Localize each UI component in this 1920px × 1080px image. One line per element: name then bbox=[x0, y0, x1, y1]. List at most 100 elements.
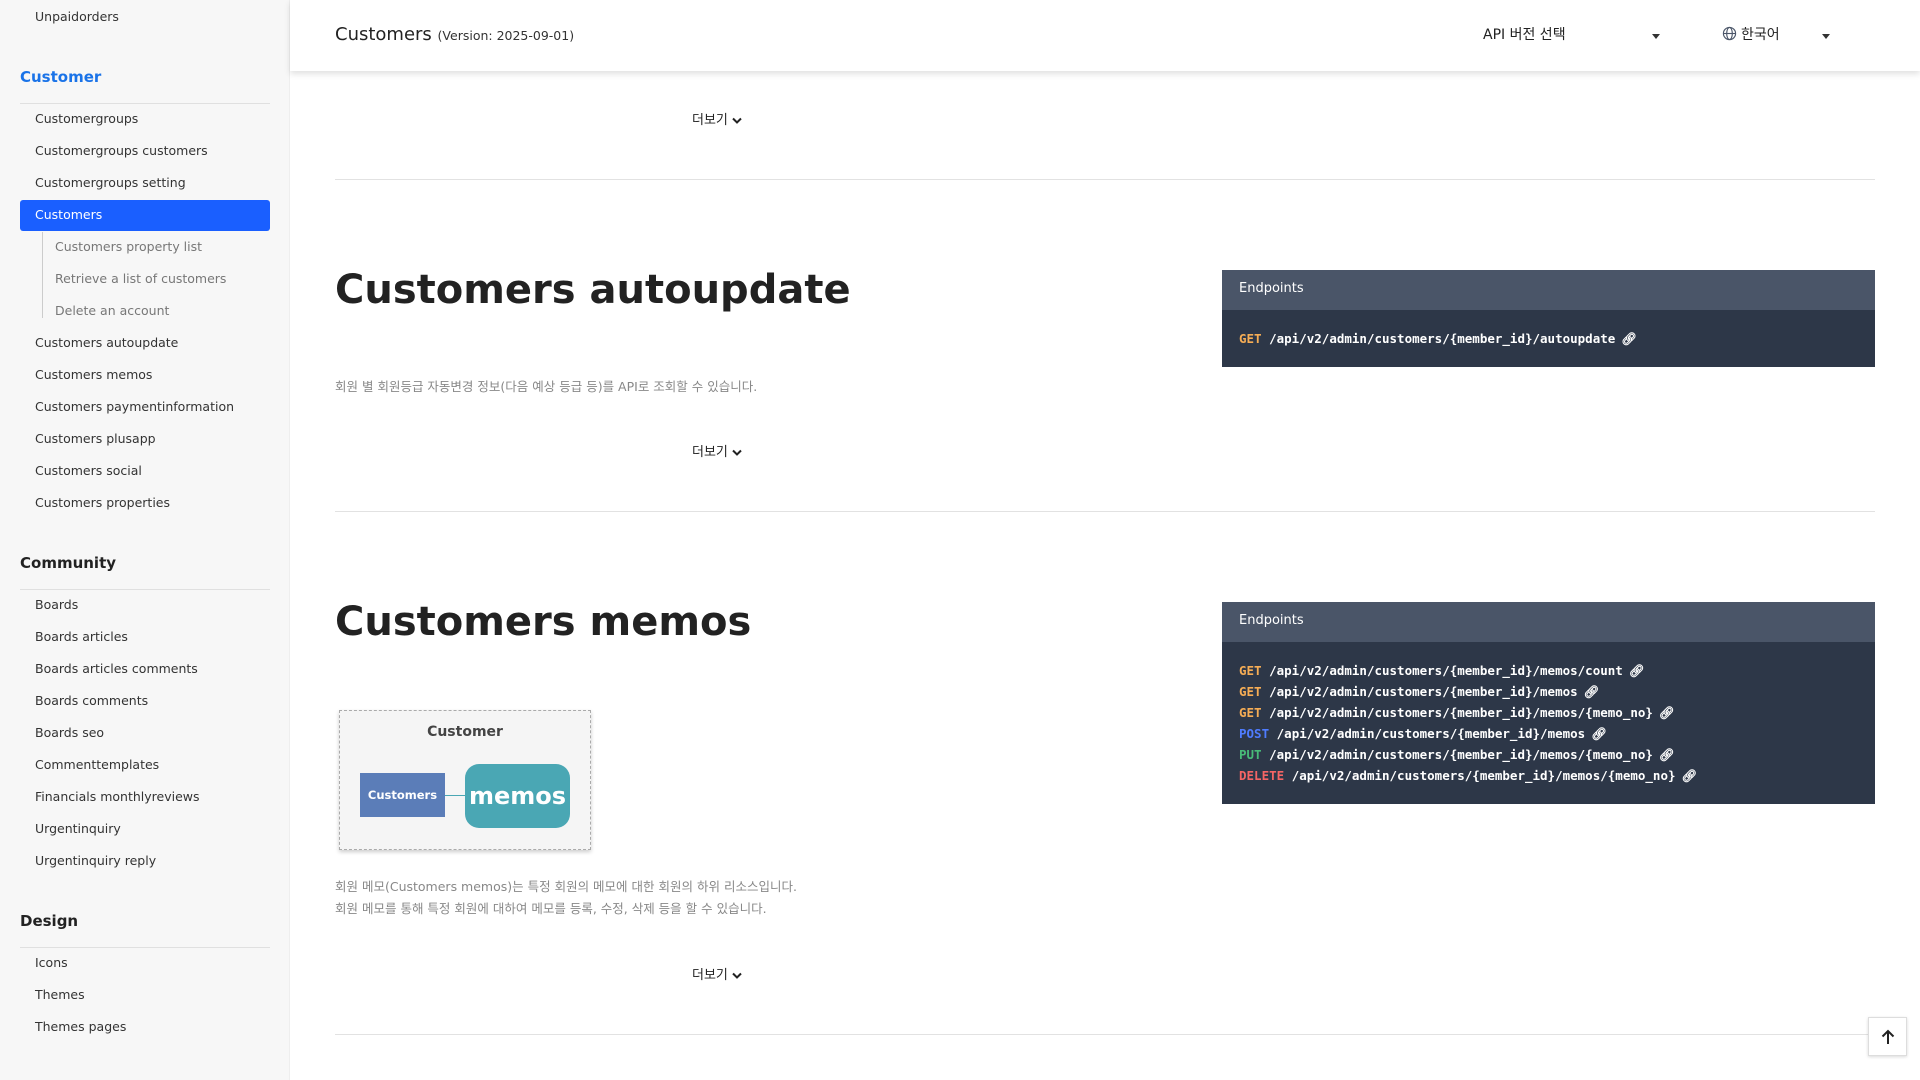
sidebar-item-customergroups-setting[interactable]: Customergroups setting bbox=[35, 175, 186, 190]
sidebar-divider bbox=[20, 103, 270, 104]
scroll-to-top-button[interactable] bbox=[1868, 1017, 1907, 1056]
sidebar-item-customers-social[interactable]: Customers social bbox=[35, 463, 142, 478]
more-button[interactable]: 더보기 bbox=[692, 109, 742, 128]
chevron-down-icon[interactable] bbox=[1822, 34, 1830, 39]
main-content: 더보기 Customers autoupdate 회원 별 회원등급 자동변경 … bbox=[290, 71, 1920, 1080]
diagram-title: Customer bbox=[427, 724, 503, 740]
endpoint-path: /api/v2/admin/customers/{member_id}/memo… bbox=[1291, 768, 1676, 783]
arrow-up-icon bbox=[1881, 1029, 1894, 1044]
endpoint-path: /api/v2/admin/customers/{member_id}/memo… bbox=[1269, 663, 1623, 678]
language-select[interactable]: 한국어 bbox=[1722, 24, 1780, 44]
section-title-autoupdate: Customers autoupdate bbox=[335, 267, 851, 313]
sidebar-subitem-retrieve-list[interactable]: Retrieve a list of customers bbox=[55, 271, 226, 286]
sidebar-item-customers-plusapp[interactable]: Customers plusapp bbox=[35, 431, 156, 446]
endpoints-panel: Endpoints GET /api/v2/admin/customers/{m… bbox=[1222, 602, 1875, 804]
link-icon[interactable]: 🔗︎ bbox=[1629, 663, 1645, 678]
sidebar-item-boards-seo[interactable]: Boards seo bbox=[35, 725, 104, 740]
sidebar-item-customers[interactable]: Customers bbox=[35, 207, 102, 222]
chevron-down-icon bbox=[732, 972, 742, 979]
more-label: 더보기 bbox=[692, 445, 728, 460]
sidebar-sub-guide bbox=[42, 232, 43, 318]
sidebar: Unpaidorders Customer Customergroups Cus… bbox=[0, 0, 290, 1080]
sidebar-item-financials-monthlyreviews[interactable]: Financials monthlyreviews bbox=[35, 789, 200, 804]
endpoint-link[interactable]: GET /api/v2/admin/customers/{member_id}/… bbox=[1239, 328, 1858, 349]
http-method: GET bbox=[1239, 684, 1262, 699]
more-button[interactable]: 더보기 bbox=[692, 441, 742, 460]
section-description: 회원 메모(Customers memos)는 특정 회원의 메모에 대한 회원… bbox=[335, 879, 797, 894]
sidebar-section-community[interactable]: Community bbox=[20, 554, 116, 572]
chevron-down-icon bbox=[732, 449, 742, 456]
sidebar-item-customers-paymentinformation[interactable]: Customers paymentinformation bbox=[35, 399, 234, 414]
endpoints-panel: Endpoints GET /api/v2/admin/customers/{m… bbox=[1222, 270, 1875, 367]
http-method: PUT bbox=[1239, 747, 1262, 762]
http-method: DELETE bbox=[1239, 768, 1285, 783]
endpoint-link[interactable]: GET /api/v2/admin/customers/{member_id}/… bbox=[1239, 702, 1858, 723]
sidebar-item-customers-properties[interactable]: Customers properties bbox=[35, 495, 170, 510]
link-icon[interactable]: 🔗︎ bbox=[1584, 684, 1600, 699]
http-method: GET bbox=[1239, 331, 1262, 346]
sidebar-item-icons[interactable]: Icons bbox=[35, 955, 68, 970]
more-label: 더보기 bbox=[692, 968, 728, 983]
link-icon[interactable]: 🔗︎ bbox=[1659, 705, 1675, 720]
sidebar-subitem-property-list[interactable]: Customers property list bbox=[55, 239, 202, 254]
sidebar-item-unpaidorders[interactable]: Unpaidorders bbox=[35, 9, 119, 24]
section-divider bbox=[335, 511, 1875, 512]
sidebar-section-design[interactable]: Design bbox=[20, 912, 78, 930]
endpoints-title: Endpoints bbox=[1222, 602, 1875, 642]
endpoint-path: /api/v2/admin/customers/{member_id}/memo… bbox=[1269, 705, 1653, 720]
link-icon[interactable]: 🔗︎ bbox=[1621, 331, 1637, 346]
sidebar-item-boards-articles-comments[interactable]: Boards articles comments bbox=[35, 661, 198, 676]
globe-icon bbox=[1722, 26, 1737, 41]
link-icon[interactable]: 🔗︎ bbox=[1682, 768, 1698, 783]
endpoint-path: /api/v2/admin/customers/{member_id}/memo… bbox=[1276, 726, 1586, 741]
endpoint-link[interactable]: POST /api/v2/admin/customers/{member_id}… bbox=[1239, 723, 1858, 744]
sidebar-item-themes[interactable]: Themes bbox=[35, 987, 85, 1002]
diagram-child-node: memos bbox=[465, 764, 570, 828]
sidebar-item-customers-autoupdate[interactable]: Customers autoupdate bbox=[35, 335, 178, 350]
top-header: Customers (Version: 2025-09-01) API 버전 선… bbox=[290, 0, 1920, 71]
diagram-parent-node: Customers bbox=[360, 773, 445, 817]
api-version-select[interactable]: API 버전 선택 bbox=[1483, 24, 1566, 44]
page-title-text: Customers bbox=[335, 24, 432, 45]
sidebar-divider bbox=[20, 947, 270, 948]
http-method: POST bbox=[1239, 726, 1270, 741]
http-method: GET bbox=[1239, 663, 1262, 678]
language-label: 한국어 bbox=[1741, 27, 1780, 43]
sidebar-item-boards-articles[interactable]: Boards articles bbox=[35, 629, 128, 644]
chevron-down-icon[interactable] bbox=[1652, 34, 1660, 39]
section-divider bbox=[335, 179, 1875, 180]
sidebar-item-boards-comments[interactable]: Boards comments bbox=[35, 693, 148, 708]
sidebar-section-customer[interactable]: Customer bbox=[20, 68, 101, 86]
sidebar-item-urgentinquiry[interactable]: Urgentinquiry bbox=[35, 821, 121, 836]
more-label: 더보기 bbox=[692, 113, 728, 128]
endpoint-link[interactable]: GET /api/v2/admin/customers/{member_id}/… bbox=[1239, 681, 1858, 702]
section-divider bbox=[335, 1034, 1875, 1035]
endpoints-title: Endpoints bbox=[1222, 270, 1875, 310]
page-title: Customers (Version: 2025-09-01) bbox=[335, 24, 574, 45]
api-version-label: (Version: 2025-09-01) bbox=[437, 28, 575, 43]
link-icon[interactable]: 🔗︎ bbox=[1591, 726, 1607, 741]
link-icon[interactable]: 🔗︎ bbox=[1659, 747, 1675, 762]
section-title-memos: Customers memos bbox=[335, 599, 752, 645]
endpoint-path: /api/v2/admin/customers/{member_id}/memo… bbox=[1269, 747, 1653, 762]
sidebar-item-customers-memos[interactable]: Customers memos bbox=[35, 367, 152, 382]
sidebar-item-customergroups-customers[interactable]: Customergroups customers bbox=[35, 143, 208, 158]
sidebar-item-boards[interactable]: Boards bbox=[35, 597, 78, 612]
more-button[interactable]: 더보기 bbox=[692, 964, 742, 983]
endpoint-path: /api/v2/admin/customers/{member_id}/auto… bbox=[1269, 331, 1616, 346]
endpoint-path: /api/v2/admin/customers/{member_id}/memo… bbox=[1269, 684, 1578, 699]
sidebar-item-themes-pages[interactable]: Themes pages bbox=[35, 1019, 126, 1034]
section-description: 회원 별 회원등급 자동변경 정보(다음 예상 등급 등)를 API로 조회할 … bbox=[335, 379, 758, 394]
endpoint-link[interactable]: GET /api/v2/admin/customers/{member_id}/… bbox=[1239, 660, 1858, 681]
endpoint-link[interactable]: DELETE /api/v2/admin/customers/{member_i… bbox=[1239, 765, 1858, 786]
sidebar-item-commenttemplates[interactable]: Commenttemplates bbox=[35, 757, 159, 772]
sidebar-item-customergroups[interactable]: Customergroups bbox=[35, 111, 138, 126]
diagram-connector bbox=[445, 795, 465, 796]
sidebar-item-urgentinquiry-reply[interactable]: Urgentinquiry reply bbox=[35, 853, 156, 868]
endpoint-link[interactable]: PUT /api/v2/admin/customers/{member_id}/… bbox=[1239, 744, 1858, 765]
sidebar-divider bbox=[20, 589, 270, 590]
resource-diagram: Customer Customers memos bbox=[339, 710, 591, 850]
sidebar-subitem-delete-account[interactable]: Delete an account bbox=[55, 303, 169, 318]
chevron-down-icon bbox=[732, 117, 742, 124]
http-method: GET bbox=[1239, 705, 1262, 720]
